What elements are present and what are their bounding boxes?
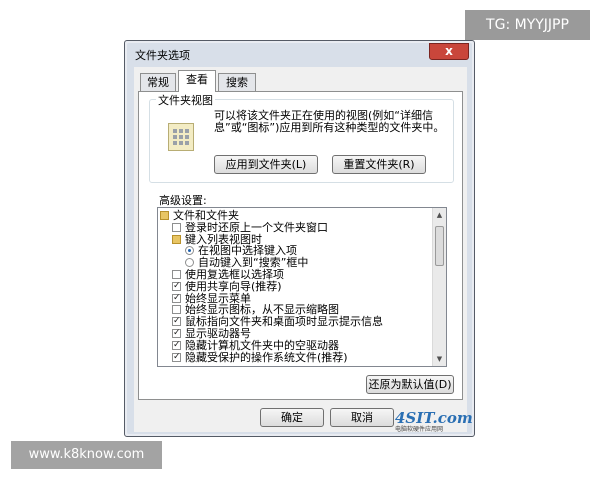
dialog-title: 文件夹选项 xyxy=(135,49,190,62)
apply-to-folders-button[interactable]: 应用到文件夹(L) xyxy=(214,155,318,174)
checkbox[interactable]: ✓ xyxy=(172,340,181,350)
checkbox[interactable]: ✓ xyxy=(172,317,181,327)
checkbox[interactable]: ✓ xyxy=(172,352,181,362)
cancel-button[interactable]: 取消 xyxy=(330,408,394,427)
site-logo: 4SIT.com 电脑软硬件应用网 xyxy=(395,411,475,438)
ok-button[interactable]: 确定 xyxy=(260,408,324,427)
restore-defaults-button[interactable]: 还原为默认值(D) xyxy=(366,375,454,394)
advanced-settings-list[interactable]: 文件和文件夹 登录时还原上一个文件夹窗口 键入列表视图时 在视图中选择键入项 自动键入到… xyxy=(157,207,447,367)
vertical-scrollbar[interactable]: ▲ ▼ xyxy=(432,208,446,366)
dialog-frame: 文件夹选项 x 常规 查看 搜索 文件夹视图 可以将该文件夹正在使用的视图(例如… xyxy=(127,43,472,434)
radio-button[interactable] xyxy=(185,246,194,256)
advanced-settings-label: 高级设置: xyxy=(159,194,207,207)
advanced-settings-rows: 文件和文件夹 登录时还原上一个文件夹窗口 键入列表视图时 在视图中选择键入项 自动键入到… xyxy=(158,208,432,366)
advanced-setting-label: 登录时还原上一个文件夹窗口 xyxy=(185,220,328,234)
tab-search[interactable]: 搜索 xyxy=(218,73,256,91)
logo-text: 4SIT.com xyxy=(395,409,473,427)
checkbox[interactable]: ✓ xyxy=(172,293,181,303)
telegram-watermark: TG: MYYJJPP xyxy=(465,10,590,40)
checkbox[interactable] xyxy=(172,305,181,315)
advanced-setting-label: 隐藏受保护的操作系统文件(推荐) xyxy=(185,350,348,364)
advanced-setting-label: 使用共享向导(推荐) xyxy=(185,279,282,293)
site-watermark: www.k8know.com xyxy=(11,441,162,469)
close-button[interactable]: x xyxy=(429,43,469,60)
close-icon: x xyxy=(445,44,453,58)
radio-button[interactable] xyxy=(185,258,194,268)
folder-views-description: 可以将该文件夹正在使用的视图(例如“详细信息”或“图标”)应用到所有这种类型的文… xyxy=(214,109,445,134)
folder-options-dialog: 文件夹选项 x 常规 查看 搜索 文件夹视图 可以将该文件夹正在使用的视图(例如… xyxy=(124,40,475,437)
folder-views-icon xyxy=(168,123,194,151)
tab-view[interactable]: 查看 xyxy=(178,70,216,92)
scroll-thumb[interactable] xyxy=(435,226,444,266)
logo-subtext: 电脑软硬件应用网 xyxy=(395,426,444,433)
dialog-client: 常规 查看 搜索 文件夹视图 可以将该文件夹正在使用的视图(例如“详细信息”或“… xyxy=(134,67,467,432)
reset-folders-button[interactable]: 重置文件夹(R) xyxy=(332,155,426,174)
checkbox[interactable] xyxy=(172,222,181,232)
scroll-up-icon[interactable]: ▲ xyxy=(434,209,445,221)
checkbox[interactable] xyxy=(172,270,181,279)
folder-views-heading: 文件夹视图 xyxy=(156,92,215,108)
folder-icon xyxy=(160,211,169,220)
checkbox[interactable]: ✓ xyxy=(172,329,181,338)
folder-icon xyxy=(172,234,181,244)
tab-general[interactable]: 常规 xyxy=(140,73,176,91)
folder-views-group: 文件夹视图 可以将该文件夹正在使用的视图(例如“详细信息”或“图标”)应用到所有… xyxy=(149,92,454,183)
advanced-setting-label: 隐藏计算机文件夹中的空驱动器 xyxy=(185,338,339,352)
checkbox[interactable]: ✓ xyxy=(172,281,181,291)
scroll-down-icon[interactable]: ▼ xyxy=(434,353,445,365)
view-tab-panel: 文件夹视图 可以将该文件夹正在使用的视图(例如“详细信息”或“图标”)应用到所有… xyxy=(138,91,463,400)
